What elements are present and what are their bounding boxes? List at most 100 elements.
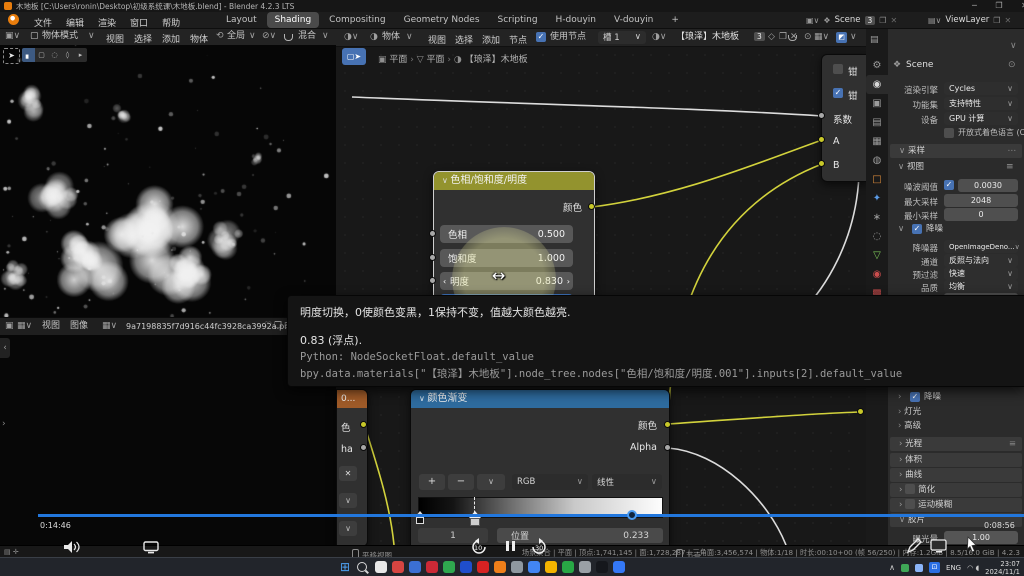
shader-menu-item[interactable]: 添加 (482, 33, 500, 46)
ramp-color-mode-dropdown[interactable]: RGB∨ (512, 474, 588, 490)
image-editor-type-icon[interactable]: ▣ (5, 322, 14, 331)
taskbar-app-icon[interactable] (426, 561, 438, 573)
topbar-menu-item[interactable]: 编辑 (66, 16, 84, 29)
material-slot-dropdown[interactable]: 槽 1∨ (598, 31, 646, 44)
tray-clock[interactable]: 23:07 2024/11/1 (985, 560, 1020, 576)
light-paths-section[interactable]: › 光程≡ (890, 437, 1022, 451)
pin-icon[interactable]: ⊙ (804, 33, 812, 42)
shader-editor-type-icon[interactable]: ◑∨ (344, 33, 358, 42)
ramp-add-stop-button[interactable]: + (419, 474, 445, 490)
taskbar-app-icon[interactable] (613, 561, 625, 573)
magnet-icon[interactable] (284, 34, 293, 41)
workspace-tab[interactable]: H-douyin (548, 12, 604, 28)
taskbar-app-icon[interactable] (460, 561, 472, 573)
windows-search-icon[interactable] (357, 562, 367, 572)
skip-back-icon[interactable]: 10 (468, 538, 490, 554)
lights-collapsed-row[interactable]: › 灯光 (898, 408, 921, 417)
select-more-button[interactable]: ▸ (74, 48, 87, 62)
windows-start-icon[interactable]: ⊞ (340, 561, 350, 573)
video-scrubber-handle[interactable] (627, 510, 637, 520)
scene-unlink-icon[interactable]: ✕ (890, 16, 897, 25)
saturation-input-socket[interactable] (429, 254, 436, 261)
tray-cloud-icon[interactable] (915, 564, 923, 572)
select-lasso-button[interactable]: ◊ (61, 48, 74, 62)
viewlayer-close-icon[interactable]: ✕ (1004, 16, 1011, 25)
scene-users-badge[interactable]: 3 (865, 16, 876, 25)
image-browse-icon[interactable]: ▦∨ (102, 322, 117, 331)
taskbar-app-icon[interactable] (375, 561, 387, 573)
taskbar-app-icon[interactable] (545, 561, 557, 573)
properties-tab-icon[interactable]: ◍ (866, 151, 888, 170)
feature-set-dropdown[interactable]: 支持特性∨ (944, 97, 1018, 110)
volume-icon[interactable] (62, 540, 82, 554)
device-dropdown[interactable]: GPU 计算∨ (944, 112, 1018, 125)
ramp-stop-handle-1[interactable] (470, 518, 480, 526)
taskbar-app-icon[interactable] (409, 561, 421, 573)
hue-input-socket[interactable] (429, 230, 436, 237)
properties-filter-icon[interactable]: ▤ (870, 36, 879, 45)
quality-dropdown[interactable]: 均衡∨ (944, 280, 1018, 293)
topbar-menu-item[interactable]: 渲染 (98, 16, 116, 29)
taskbar-app-icon[interactable] (562, 561, 574, 573)
clamp-result-checkbox[interactable] (833, 64, 843, 74)
taskbar-app-icon[interactable] (579, 561, 591, 573)
image-fake-user-icon[interactable]: ♡ (264, 322, 272, 331)
workspace-tab[interactable]: Scripting (490, 12, 546, 28)
max-samples-field[interactable]: 2048 (944, 194, 1018, 207)
topbar-menu-item[interactable]: 窗口 (130, 16, 148, 29)
active-tool-icon[interactable]: ➤ (3, 48, 20, 64)
tray-expand-icon[interactable]: ∧ (889, 563, 895, 572)
image-editor-menu-view[interactable]: 视图 (42, 322, 60, 332)
material-copy-icon[interactable]: ❐ (779, 33, 787, 42)
prefilter-dropdown[interactable]: 快速∨ (944, 267, 1018, 280)
viewport-menu-item[interactable]: 选择 (134, 32, 152, 45)
taskbar-app-icon[interactable] (443, 561, 455, 573)
image-node-dropdown-1[interactable]: ∨ (339, 493, 357, 508)
denoise-subsection-header[interactable]: ∨ (898, 225, 904, 234)
ramp-delete-stop-button[interactable]: − (448, 474, 474, 490)
viewport-menu-item[interactable]: 物体 (190, 32, 208, 45)
clipped-node-input-socket[interactable] (857, 408, 864, 415)
taskbar-app-icon[interactable] (511, 561, 523, 573)
material-shield-icon[interactable]: ◇ (768, 33, 775, 42)
object-mode-dropdown[interactable]: 物体模式 (42, 32, 78, 42)
noise-threshold-checkbox[interactable]: ✓ (944, 180, 954, 190)
ramp-interpolation-dropdown[interactable]: 线性∨ (592, 474, 662, 490)
shading-preview-icon[interactable]: ◩ (836, 32, 847, 43)
taskbar-app-icon[interactable] (494, 561, 506, 573)
value-input-socket[interactable] (429, 277, 436, 284)
image-color-output-socket[interactable] (360, 421, 367, 428)
slider-left-arrow-icon[interactable]: ‹ (443, 277, 446, 286)
viewport-render-preview[interactable] (0, 45, 336, 317)
shader-menu-item[interactable]: 视图 (428, 33, 446, 46)
simplify-section[interactable]: › 简化 (890, 483, 1022, 497)
active-tool-select-button[interactable]: ▢➤ (342, 48, 366, 65)
clamp-factor-checkbox[interactable]: ✓ (833, 88, 843, 98)
workspace-tab[interactable]: V-douyin (606, 12, 661, 28)
breadcrumb-mesh[interactable]: 平面 (427, 55, 445, 65)
select-box-button[interactable]: ▢ (35, 48, 48, 62)
image-unlink-button[interactable]: ✕ (339, 466, 357, 481)
ramp-color-output-socket[interactable] (664, 421, 671, 428)
window-controls[interactable]: ─ ❐ ✕ (972, 2, 1024, 11)
exposure-field[interactable]: 1.00 (944, 531, 1018, 544)
image-alpha-output-socket[interactable] (360, 444, 367, 451)
viewport-subsection-header[interactable]: ∨ 视图 (898, 163, 924, 172)
hsv-color-output-socket[interactable] (588, 203, 595, 210)
properties-tab-icon[interactable]: ⚙ (866, 56, 888, 75)
mix-b-input-socket[interactable] (818, 160, 825, 167)
denoise-collapsed-row[interactable]: › (898, 393, 901, 402)
orientation-dropdown[interactable]: 全局 (227, 32, 245, 42)
workspace-tab[interactable]: Shading (267, 12, 320, 28)
display-mode-icon[interactable]: ▣∨ (806, 16, 819, 25)
min-samples-field[interactable]: 0 (944, 208, 1018, 221)
video-progress-bar[interactable] (38, 514, 1024, 517)
osl-checkbox[interactable] (944, 128, 954, 138)
annotate-screen-icon[interactable] (930, 539, 948, 553)
image-texture-node-partial[interactable]: 0... 色 ha ✕ ∨ ∨ (336, 389, 368, 547)
tray-language[interactable]: ENG (946, 564, 961, 572)
hsv-node-header[interactable]: ∨ 色相/饱和度/明度 (434, 172, 594, 190)
denoiser-dropdown[interactable]: OpenImageDeno...∨ (944, 240, 1018, 253)
workspace-tab[interactable]: + (663, 12, 687, 28)
advanced-collapsed-row[interactable]: › 高级 (898, 422, 921, 431)
